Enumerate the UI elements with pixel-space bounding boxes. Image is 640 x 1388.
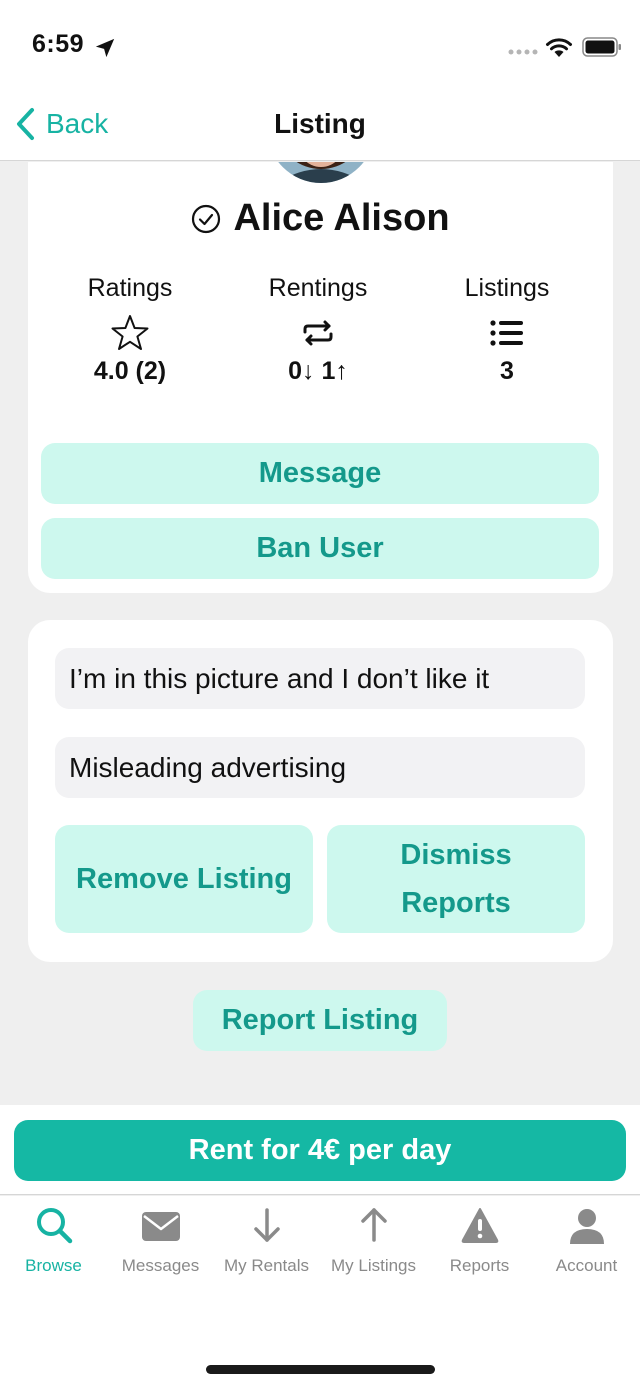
avatar [267, 162, 375, 183]
status-time: 6:59 [32, 30, 85, 58]
tab-messages[interactable]: Messages [107, 1204, 214, 1284]
report-listing-button[interactable]: Report Listing [193, 990, 447, 1051]
reports-card: I’m in this picture and I don’t like it … [28, 620, 613, 962]
arrow-up-icon [360, 1208, 387, 1242]
remove-listing-button[interactable]: Remove Listing [55, 825, 313, 933]
signal-icon [508, 49, 538, 55]
tab-label: My Rentals [223, 1256, 310, 1275]
remove-listing-label: Remove Listing [76, 863, 292, 895]
tab-account[interactable]: Account [533, 1204, 640, 1284]
tab-label: Messages [121, 1256, 200, 1275]
report-reason: Misleading advertising [55, 737, 585, 798]
report-reason: I’m in this picture and I don’t like it [55, 648, 585, 709]
dismiss-reports-button[interactable]: Dismiss Reports [327, 825, 585, 933]
repeat-icon [303, 320, 333, 346]
stat-listings[interactable]: Listings 3 [407, 274, 607, 386]
tab-label: Browse [25, 1256, 82, 1275]
stat-label: Ratings [87, 274, 173, 302]
arrow-down-icon [253, 1208, 280, 1242]
stat-label: Listings [464, 274, 550, 302]
stat-rentings[interactable]: Rentings 0↓ 1↑ [218, 274, 418, 386]
content-scroll[interactable]: Alice Alison Ratings 4.0 (2) Rentings 0↓… [0, 162, 640, 1105]
profile-card: Alice Alison Ratings 4.0 (2) Rentings 0↓… [28, 162, 613, 593]
person-icon [569, 1209, 604, 1244]
wifi-icon [546, 38, 572, 57]
nav-bar: Back Listing [0, 90, 640, 161]
tab-reports[interactable]: Reports [426, 1204, 533, 1284]
tab-my-listings[interactable]: My Listings [320, 1204, 427, 1284]
user-stats: Ratings 4.0 (2) Rentings 0↓ 1↑ Listings … [28, 274, 613, 394]
avatar-photo [267, 162, 375, 183]
tab-bar: Browse Messages My Rentals My Listings R… [0, 1196, 640, 1388]
stat-value: 0↓ 1↑ [288, 357, 348, 385]
tab-browse[interactable]: Browse [0, 1204, 107, 1284]
location-arrow-icon [95, 38, 115, 58]
ban-user-button[interactable]: Ban User [41, 518, 599, 579]
user-name-row: Alice Alison [28, 197, 613, 240]
list-icon [490, 320, 523, 346]
tab-label: My Listings [330, 1256, 417, 1275]
screen: 6:59 Back Listing Alice Alison Ratings 4… [0, 0, 640, 1388]
stat-value: 3 [500, 357, 514, 385]
verified-check-icon [192, 204, 221, 233]
envelope-icon [141, 1212, 180, 1241]
tab-label: Reports [449, 1256, 510, 1275]
rent-button[interactable]: Rent for 4€ per day [14, 1120, 626, 1181]
search-icon [36, 1208, 72, 1244]
tab-my-rentals[interactable]: My Rentals [213, 1204, 320, 1284]
home-indicator[interactable] [206, 1365, 435, 1374]
tab-label: Account [555, 1256, 618, 1275]
stat-value: 4.0 (2) [93, 357, 167, 385]
stat-ratings[interactable]: Ratings 4.0 (2) [30, 274, 230, 386]
page-title: Listing [274, 108, 366, 139]
user-name: Alice Alison [233, 197, 450, 239]
status-bar: 6:59 [0, 0, 640, 90]
message-button[interactable]: Message [41, 443, 599, 504]
rent-bar: Rent for 4€ per day [0, 1105, 640, 1195]
stat-label: Rentings [268, 274, 368, 302]
star-icon [111, 315, 149, 350]
dismiss-reports-label: Dismiss Reports [400, 839, 512, 919]
battery-icon [582, 37, 621, 57]
warning-icon [461, 1208, 498, 1243]
